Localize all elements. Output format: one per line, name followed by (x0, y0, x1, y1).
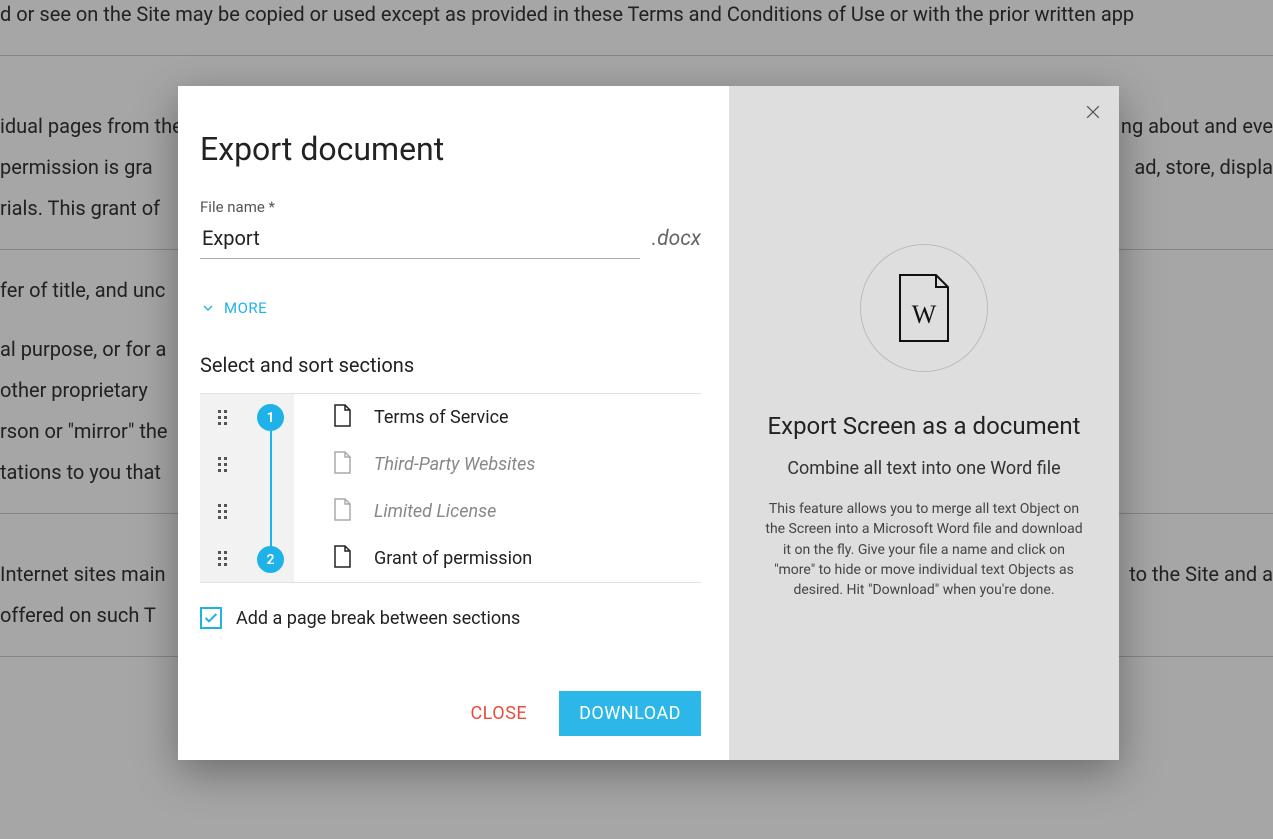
step-badge-2: 2 (257, 546, 284, 573)
modal-right-panel: W Export Screen as a document Combine al… (729, 86, 1119, 760)
document-icon (332, 404, 352, 432)
right-panel-subtitle: Combine all text into one Word file (787, 458, 1060, 479)
word-document-illustration: W (860, 244, 988, 372)
document-icon (332, 545, 352, 573)
close-button[interactable]: CLOSE (470, 703, 527, 724)
drag-handle-icon[interactable] (218, 504, 227, 519)
section-label: Limited License (374, 501, 496, 522)
sections-list: 1 2 Terms of Service Third-Party Websit (200, 393, 701, 583)
more-label: MORE (224, 299, 267, 317)
step-badge-1: 1 (257, 404, 284, 431)
section-item[interactable]: Limited License (200, 488, 701, 535)
word-file-icon: W (896, 273, 952, 343)
right-panel-description: This feature allows you to merge all tex… (764, 499, 1084, 600)
modal-left-panel: Export document File name * .docx MORE S… (178, 86, 729, 760)
modal-title: Export document (200, 130, 701, 168)
page-break-label: Add a page break between sections (236, 608, 520, 629)
drag-handle-icon[interactable] (218, 410, 227, 425)
section-label: Terms of Service (374, 407, 509, 428)
chevron-down-icon (200, 300, 216, 316)
download-button[interactable]: DOWNLOAD (559, 691, 701, 736)
close-icon[interactable] (1083, 102, 1103, 126)
section-label: Third-Party Websites (374, 454, 535, 475)
right-panel-title: Export Screen as a document (768, 412, 1081, 440)
section-label: Grant of permission (374, 548, 532, 569)
sections-heading: Select and sort sections (200, 353, 701, 377)
checkmark-icon (203, 610, 219, 626)
document-icon (332, 498, 352, 526)
document-icon (332, 451, 352, 479)
drag-handle-icon[interactable] (218, 457, 227, 472)
file-name-label: File name * (200, 198, 701, 216)
drag-handle-icon[interactable] (218, 551, 227, 566)
file-name-input[interactable] (200, 222, 640, 259)
svg-text:W: W (912, 300, 937, 329)
page-break-checkbox[interactable] (200, 607, 222, 629)
section-item[interactable]: Third-Party Websites (200, 441, 701, 488)
file-extension: .docx (652, 227, 701, 251)
export-document-modal: Export document File name * .docx MORE S… (178, 86, 1119, 760)
step-connector-line (270, 417, 272, 559)
more-toggle[interactable]: MORE (200, 299, 701, 317)
